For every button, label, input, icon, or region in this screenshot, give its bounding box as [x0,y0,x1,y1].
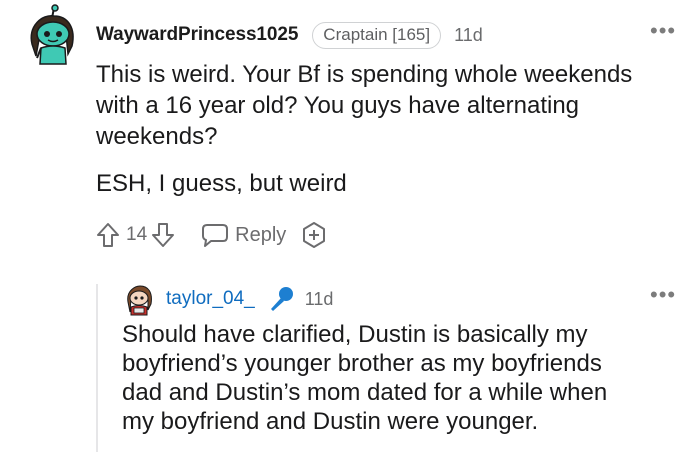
more-options-icon[interactable]: ••• [650,20,676,42]
thread-line[interactable] [96,284,98,452]
comment-action-bar: 14 Reply [96,220,328,250]
reply-body: Should have clarified, Dustin is basical… [122,321,608,435]
comment-timestamp[interactable]: 11d [454,25,483,46]
comment-paragraph: This is weird. Your Bf is spending whole… [96,61,633,150]
reply-label: Reply [235,223,287,246]
more-options-icon[interactable]: ••• [650,284,676,306]
comment-bubble-icon [202,224,229,247]
comment-username[interactable]: WaywardPrincess1025 [96,24,298,46]
snoo-avatar-icon[interactable] [22,4,82,66]
reply-username[interactable]: taylor_04_ [166,288,255,310]
reply-button[interactable]: Reply [201,222,286,248]
comment-paragraph: ESH, I guess, but weird [96,170,347,197]
user-flair-badge: Craptain [165] [312,21,442,49]
vote-count: 14 [126,224,148,245]
comment-header: WaywardPrincess1025 Craptain [165] 11d [96,21,483,49]
microphone-icon [270,287,293,311]
comment-thread: WaywardPrincess1025 Craptain [165] 11d •… [0,0,700,454]
comment-body: This is weird. Your Bf is spending whole… [96,59,656,215]
downvote-icon[interactable] [151,222,175,248]
award-icon[interactable] [300,221,328,249]
upvote-icon[interactable] [96,222,120,248]
snoo-avatar-icon[interactable] [122,282,156,316]
reply-header: taylor_04_ 11d [166,285,333,313]
reply-timestamp[interactable]: 11d [305,289,334,310]
